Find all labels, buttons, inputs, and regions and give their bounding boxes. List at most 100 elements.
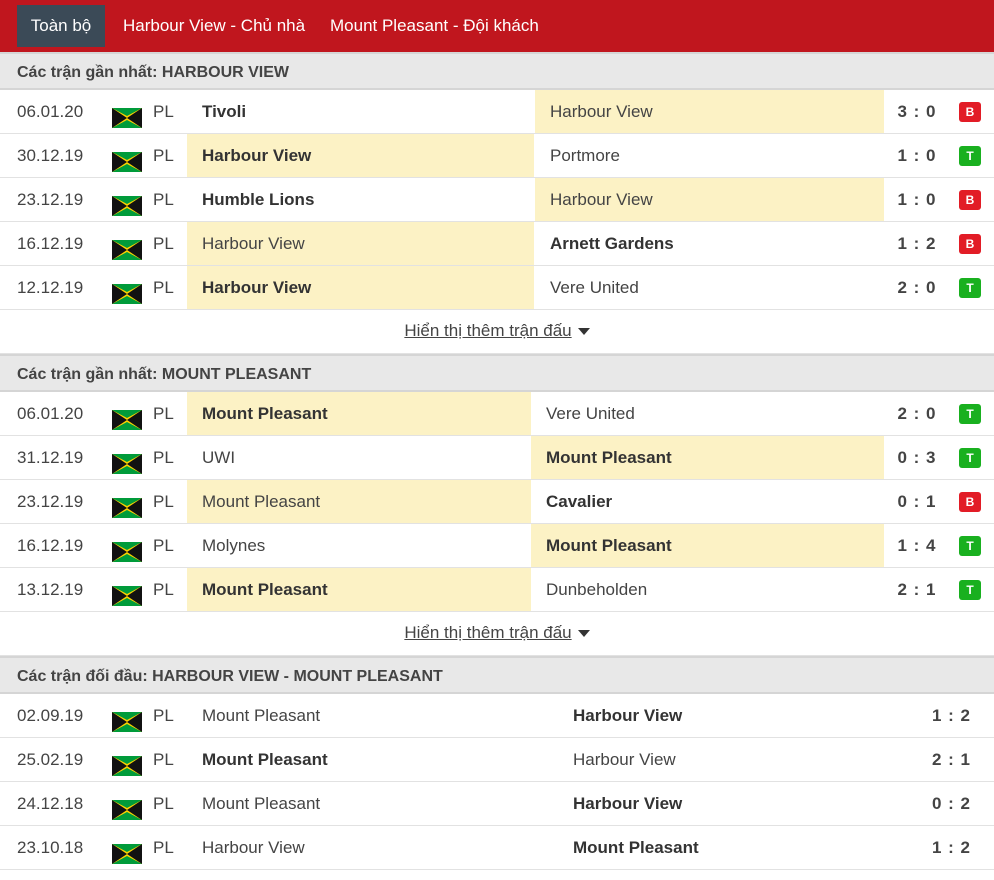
match-score: 1 : 0 [897,190,937,209]
match-row[interactable]: 23.12.19 PL Humble Lions Harbour View 1 : 0 B [0,178,994,222]
away-team[interactable]: Mount Pleasant [531,524,884,567]
match-row[interactable]: 13.12.19 PL Mount Pleasant Dunbeholden 2 : 1… [0,568,994,612]
match-row[interactable]: 23.12.19 PL Mount Pleasant Cavalier 0 : 1 B [0,480,994,524]
league-label: PL [153,536,174,555]
league-label: PL [153,492,174,511]
match-row[interactable]: 23.10.18 PL Harbour View Mount Pleasant 1 : … [0,826,994,870]
away-team[interactable]: Harbour View [558,782,828,825]
jamaica-flag-icon [112,749,142,776]
away-team[interactable]: Cavalier [531,480,884,523]
home-team[interactable]: UWI [187,436,531,479]
home-team[interactable]: Mount Pleasant [187,392,531,435]
section-title: Các trận gần nhất: MOUNT PLEASANT [0,354,994,392]
match-row[interactable]: 06.01.20 PL Mount Pleasant Vere United 2 : 0… [0,392,994,436]
result-badge: T [959,404,981,424]
away-team[interactable]: Vere United [535,266,884,309]
match-date: 25.02.19 [17,750,84,769]
match-row[interactable]: 30.12.19 PL Harbour View Portmore 1 : 0 T [0,134,994,178]
away-team[interactable]: Harbour View [558,738,828,781]
home-team[interactable]: Harbour View [187,266,534,309]
result-badge: B [959,492,981,512]
home-team[interactable]: Harbour View [187,134,534,177]
league-label: PL [153,706,174,725]
section-title: Các trận đối đầu: HARBOUR VIEW - MOUNT P… [0,656,994,694]
home-team[interactable]: Mount Pleasant [187,738,558,781]
away-team[interactable]: Mount Pleasant [531,436,884,479]
match-score: 1 : 2 [931,838,972,857]
jamaica-flag-icon [112,101,142,128]
match-date: 12.12.19 [17,278,84,297]
home-team[interactable]: Mount Pleasant [187,568,531,611]
league-label: PL [153,580,174,599]
match-score: 0 : 2 [931,794,972,813]
show-more: Hiển thị thêm trận đấu [0,310,994,354]
home-team[interactable]: Harbour View [187,826,558,869]
jamaica-flag-icon [112,579,142,606]
match-date: 16.12.19 [17,234,84,253]
match-history: Các trận gần nhất: HARBOUR VIEW 06.01.20 P… [0,52,994,870]
jamaica-flag-icon [112,277,142,304]
league-label: PL [153,190,174,209]
match-date: 23.12.19 [17,492,84,511]
match-date: 02.09.19 [17,706,84,725]
tab-away[interactable]: Mount Pleasant - Đội khách [330,5,539,47]
match-date: 23.12.19 [17,190,84,209]
tab-all[interactable]: Toàn bộ [17,5,105,47]
match-date: 06.01.20 [17,404,84,423]
caret-down-icon [577,328,590,336]
result-badge: T [959,448,981,468]
away-team[interactable]: Harbour View [535,178,884,221]
home-team[interactable]: Mount Pleasant [187,782,558,825]
match-score: 2 : 1 [931,750,972,769]
jamaica-flag-icon [112,491,142,518]
show-more-link[interactable]: Hiển thị thêm trận đấu [404,321,571,340]
match-row[interactable]: 24.12.18 PL Mount Pleasant Harbour View 0 : … [0,782,994,826]
away-team[interactable]: Harbour View [535,90,884,133]
match-row[interactable]: 31.12.19 PL UWI Mount Pleasant 0 : 3 T [0,436,994,480]
match-score: 2 : 0 [897,404,937,423]
match-score: 1 : 2 [931,706,972,725]
match-date: 16.12.19 [17,536,84,555]
match-row[interactable]: 06.01.20 PL Tivoli Harbour View 3 : 0 B [0,90,994,134]
jamaica-flag-icon [112,447,142,474]
home-team[interactable]: Mount Pleasant [187,480,531,523]
home-team[interactable]: Humble Lions [187,178,534,221]
away-team[interactable]: Harbour View [558,694,828,737]
home-team[interactable]: Mount Pleasant [187,694,558,737]
match-row[interactable]: 12.12.19 PL Harbour View Vere United 2 : 0 T [0,266,994,310]
league-label: PL [153,404,174,423]
section-title: Các trận gần nhất: HARBOUR VIEW [0,52,994,90]
jamaica-flag-icon [112,233,142,260]
match-row[interactable]: 16.12.19 PL Molynes Mount Pleasant 1 : 4 T [0,524,994,568]
match-row[interactable]: 25.02.19 PL Mount Pleasant Harbour View 2 : … [0,738,994,782]
league-label: PL [153,750,174,769]
result-badge: T [959,536,981,556]
jamaica-flag-icon [112,403,142,430]
away-team[interactable]: Arnett Gardens [535,222,884,265]
away-team[interactable]: Dunbeholden [531,568,884,611]
home-team[interactable]: Tivoli [187,90,534,133]
result-badge: B [959,190,981,210]
league-label: PL [153,838,174,857]
home-team[interactable]: Molynes [187,524,531,567]
home-team[interactable]: Harbour View [187,222,534,265]
match-row[interactable]: 16.12.19 PL Harbour View Arnett Gardens 1 : … [0,222,994,266]
match-score: 0 : 1 [897,492,937,511]
match-score: 1 : 2 [897,234,937,253]
jamaica-flag-icon [112,837,142,864]
match-row[interactable]: 02.09.19 PL Mount Pleasant Harbour View 1 : … [0,694,994,738]
jamaica-flag-icon [112,705,142,732]
league-label: PL [153,146,174,165]
match-date: 30.12.19 [17,146,84,165]
away-team[interactable]: Portmore [535,134,884,177]
tab-bar: Toàn bộ Harbour View - Chủ nhà Mount Ple… [0,0,994,52]
away-team[interactable]: Mount Pleasant [558,826,828,869]
match-score: 1 : 4 [897,536,937,555]
tab-home[interactable]: Harbour View - Chủ nhà [123,5,305,47]
match-date: 24.12.18 [17,794,84,813]
match-date: 06.01.20 [17,102,84,121]
result-badge: T [959,146,981,166]
away-team[interactable]: Vere United [531,392,884,435]
show-more: Hiển thị thêm trận đấu [0,612,994,656]
show-more-link[interactable]: Hiển thị thêm trận đấu [404,623,571,642]
